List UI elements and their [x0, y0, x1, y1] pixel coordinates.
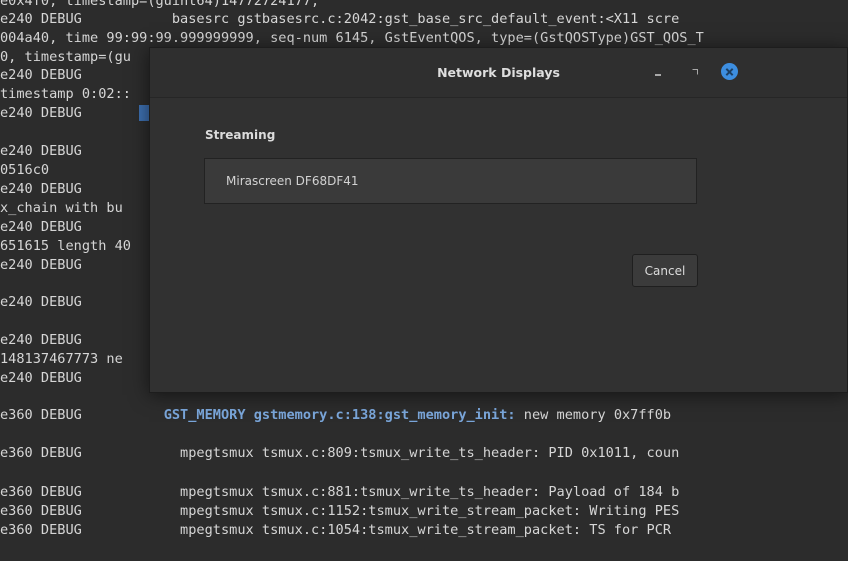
- terminal-text: e0x4f0, timestamp=(guint64)14772724177,: [0, 0, 320, 9]
- cancel-button[interactable]: Cancel: [632, 254, 698, 287]
- terminal-line: 651615 length 40: [0, 237, 131, 256]
- terminal-text: GST_MEMORY gstmemory.c:138:gst_memory_in…: [163, 407, 516, 423]
- terminal-text: e360 DEBUG: [0, 407, 164, 423]
- terminal-text: x_chain with bu: [0, 200, 123, 216]
- terminal-text: e240 DEBUG: [0, 105, 140, 121]
- terminal-text: 0, timestamp=(gu: [0, 49, 131, 65]
- terminal-text: e360 DEBUG mpegtsmux tsmux.c:881:tsmux_w…: [0, 484, 680, 500]
- maximize-icon[interactable]: [686, 63, 704, 81]
- minimize-icon[interactable]: [650, 63, 668, 81]
- terminal-line: e360 DEBUG mpegtsmux tsmux.c:1152:tsmux_…: [0, 502, 679, 521]
- terminal-text: 004a40, time 99:99:99.999999999, seq-num…: [0, 30, 704, 46]
- terminal-text: new memory 0x7ff0b: [515, 407, 672, 423]
- terminal-line: 148137467773 ne: [0, 350, 123, 369]
- device-name: Mirascreen DF68DF41: [226, 174, 359, 188]
- dialog-title: Network Displays: [437, 65, 560, 80]
- terminal-text: e360 DEBUG mpegtsmux tsmux.c:1152:tsmux_…: [0, 503, 680, 519]
- terminal-text: 651615 length 40: [0, 238, 131, 254]
- terminal-text: timestamp 0:02::: [0, 86, 131, 102]
- device-list: Mirascreen DF68DF41: [204, 158, 697, 204]
- terminal-line: 004a40, time 99:99:99.999999999, seq-num…: [0, 29, 704, 48]
- network-displays-dialog: Network Displays Streaming Mirascreen DF…: [149, 47, 848, 393]
- terminal-line: 0, timestamp=(gu: [0, 48, 131, 67]
- terminal-line: e240 DEBUG basesrc gstbasesrc.c:2042:gst…: [0, 10, 679, 29]
- terminal-line: e360 DEBUG GST_MEMORY gstmemory.c:138:gs…: [0, 406, 671, 425]
- terminal-text: e240 DEBUG basesrc gstbasesrc.c:2042:gst…: [0, 11, 680, 27]
- terminal-text: 148137467773 ne: [0, 351, 123, 367]
- streaming-section-label: Streaming: [205, 128, 276, 142]
- terminal-line: e360 DEBUG mpegtsmux tsmux.c:809:tsmux_w…: [0, 444, 679, 463]
- terminal-text: e360 DEBUG mpegtsmux tsmux.c:1054:tsmux_…: [0, 522, 672, 538]
- close-icon[interactable]: [721, 63, 738, 80]
- device-row[interactable]: Mirascreen DF68DF41: [205, 159, 696, 203]
- terminal-text: 0516c0: [0, 162, 50, 178]
- terminal-line: e360 DEBUG mpegtsmux tsmux.c:1054:tsmux_…: [0, 521, 671, 540]
- terminal-line: e360 DEBUG mpegtsmux tsmux.c:881:tsmux_w…: [0, 483, 679, 502]
- terminal-text: e360 DEBUG mpegtsmux tsmux.c:809:tsmux_w…: [0, 445, 680, 461]
- terminal-line: x_chain with bu: [0, 199, 123, 218]
- dialog-header-bar: Network Displays: [150, 48, 847, 98]
- terminal-line: timestamp 0:02::: [0, 85, 131, 104]
- terminal-line: 0516c0: [0, 161, 49, 180]
